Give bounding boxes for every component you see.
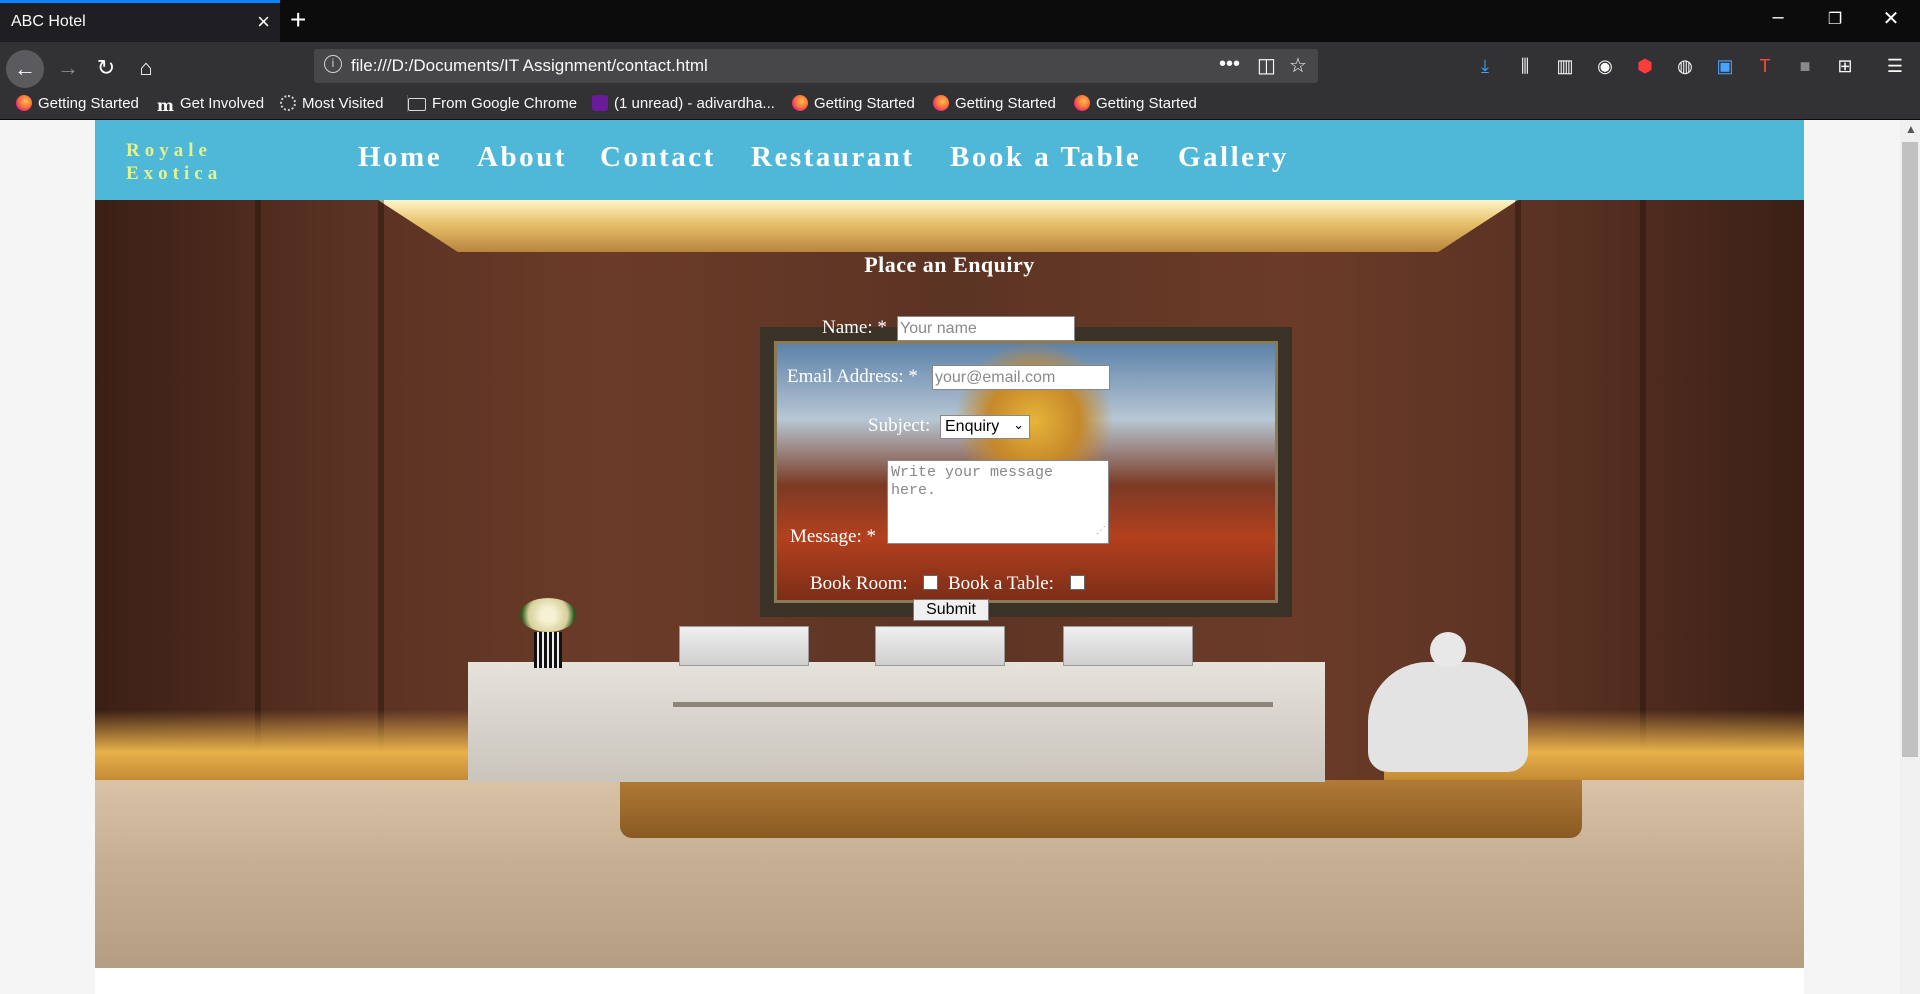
- tab-title: ABC Hotel: [11, 13, 86, 30]
- subject-select[interactable]: Enquiry ⌄: [940, 415, 1030, 439]
- bookmark-item[interactable]: Getting Started: [933, 95, 1056, 112]
- nav-home[interactable]: Home: [358, 141, 442, 174]
- firefox-icon: [933, 95, 949, 111]
- nav-book-a-table[interactable]: Book a Table: [950, 141, 1141, 174]
- bookmark-item[interactable]: Most Visited: [280, 95, 383, 112]
- subject-value: Enquiry: [945, 418, 1000, 435]
- folder-icon: [408, 98, 426, 111]
- scroll-up-icon[interactable]: ▲: [1905, 122, 1917, 136]
- new-tab-icon[interactable]: +: [290, 4, 306, 36]
- bookmark-star-icon[interactable]: ☆: [1289, 53, 1307, 78]
- form-title: Place an Enquiry: [864, 252, 1035, 277]
- book-table-label: Book a Table:: [948, 573, 1054, 594]
- site-info-icon[interactable]: i: [324, 55, 342, 73]
- forward-icon[interactable]: →: [52, 52, 84, 84]
- reload-icon[interactable]: ↻: [90, 52, 122, 84]
- tab-bar: ABC Hotel × + – ❐ ✕: [0, 0, 1920, 42]
- enquiry-form: Place an Enquiry Name: * Email Address: …: [95, 200, 1804, 968]
- bookmarks-toolbar: Getting Started m Get Involved Most Visit…: [0, 90, 1920, 120]
- menu-icon[interactable]: ☰: [1883, 54, 1907, 78]
- restore-icon[interactable]: ❐: [1810, 9, 1860, 29]
- close-tab-icon[interactable]: ×: [257, 9, 270, 35]
- window-close-icon[interactable]: ✕: [1866, 6, 1916, 31]
- name-input[interactable]: [897, 316, 1075, 341]
- browser-tab[interactable]: ABC Hotel ×: [0, 0, 280, 42]
- firefox-icon: [16, 95, 32, 111]
- url-text[interactable]: file:///D:/Documents/IT Assignment/conta…: [351, 56, 708, 76]
- bookmark-item[interactable]: Getting Started: [1074, 95, 1197, 112]
- resize-grip-icon[interactable]: ⋰: [1096, 523, 1106, 541]
- globe-icon[interactable]: ◍: [1673, 54, 1697, 78]
- back-icon[interactable]: ←: [6, 50, 44, 88]
- mozilla-icon: m: [157, 96, 174, 115]
- pocket-icon[interactable]: ◫: [1257, 53, 1276, 78]
- vertical-scrollbar[interactable]: ▲: [1900, 120, 1920, 994]
- bookmark-item[interactable]: (1 unread) - adivardha...: [592, 95, 775, 112]
- scroll-thumb[interactable]: [1902, 142, 1918, 757]
- page-footer-area: [95, 968, 1804, 994]
- sidebar-icon[interactable]: ▥: [1553, 54, 1577, 78]
- home-icon[interactable]: ⌂: [130, 52, 162, 84]
- translate-extension-icon[interactable]: T: [1753, 54, 1777, 78]
- email-label: Email Address: *: [787, 366, 918, 387]
- mail-icon: [592, 95, 608, 111]
- navigation-toolbar: ← → ↻ ⌂ i file:///D:/Documents/IT Assign…: [0, 42, 1920, 90]
- ublock-icon[interactable]: ⬢: [1633, 54, 1657, 78]
- site-logo[interactable]: Royale Exotica: [126, 139, 222, 185]
- subject-label: Subject:: [868, 415, 931, 436]
- nav-restaurant[interactable]: Restaurant: [751, 141, 915, 174]
- book-room-checkbox[interactable]: [923, 575, 938, 590]
- site-header: Royale Exotica Home About Contact Restau…: [95, 120, 1804, 200]
- downloads-icon[interactable]: ⤓: [1473, 54, 1497, 78]
- bookmark-item[interactable]: Getting Started: [792, 95, 915, 112]
- message-placeholder: Write your message here.: [891, 464, 1054, 499]
- extension-icon[interactable]: ▣: [1713, 54, 1737, 78]
- message-label: Message: *: [790, 526, 877, 547]
- nav-about[interactable]: About: [477, 141, 567, 174]
- minimize-icon[interactable]: –: [1753, 6, 1803, 29]
- gear-icon: [280, 95, 296, 111]
- message-textarea[interactable]: Write your message here. ⋰: [887, 460, 1109, 544]
- extension-gray-icon[interactable]: ■: [1793, 54, 1817, 78]
- extensions-grid-icon[interactable]: ⊞: [1833, 54, 1857, 78]
- page-viewport: Royale Exotica Home About Contact Restau…: [0, 120, 1900, 994]
- bookmark-item[interactable]: m Get Involved: [157, 95, 264, 115]
- nav-gallery[interactable]: Gallery: [1178, 141, 1289, 174]
- account-icon[interactable]: ◉: [1593, 54, 1617, 78]
- bookmark-folder[interactable]: From Google Chrome: [407, 95, 577, 112]
- firefox-icon: [792, 95, 808, 111]
- page-actions-icon[interactable]: •••: [1219, 53, 1240, 76]
- chevron-down-icon: ⌄: [1013, 417, 1024, 432]
- nav-contact[interactable]: Contact: [600, 141, 716, 174]
- library-icon[interactable]: ⫼: [1513, 54, 1537, 78]
- book-table-checkbox[interactable]: [1070, 575, 1085, 590]
- lobby-background-image: Place an Enquiry Name: * Email Address: …: [95, 200, 1804, 968]
- book-room-label: Book Room:: [810, 573, 908, 594]
- address-bar[interactable]: i file:///D:/Documents/IT Assignment/con…: [314, 49, 1318, 83]
- web-page: Royale Exotica Home About Contact Restau…: [95, 120, 1804, 994]
- email-input[interactable]: [932, 365, 1110, 390]
- bookmark-item[interactable]: Getting Started: [16, 95, 139, 112]
- name-label: Name: *: [822, 317, 887, 338]
- firefox-icon: [1074, 95, 1090, 111]
- submit-button[interactable]: Submit: [913, 599, 989, 621]
